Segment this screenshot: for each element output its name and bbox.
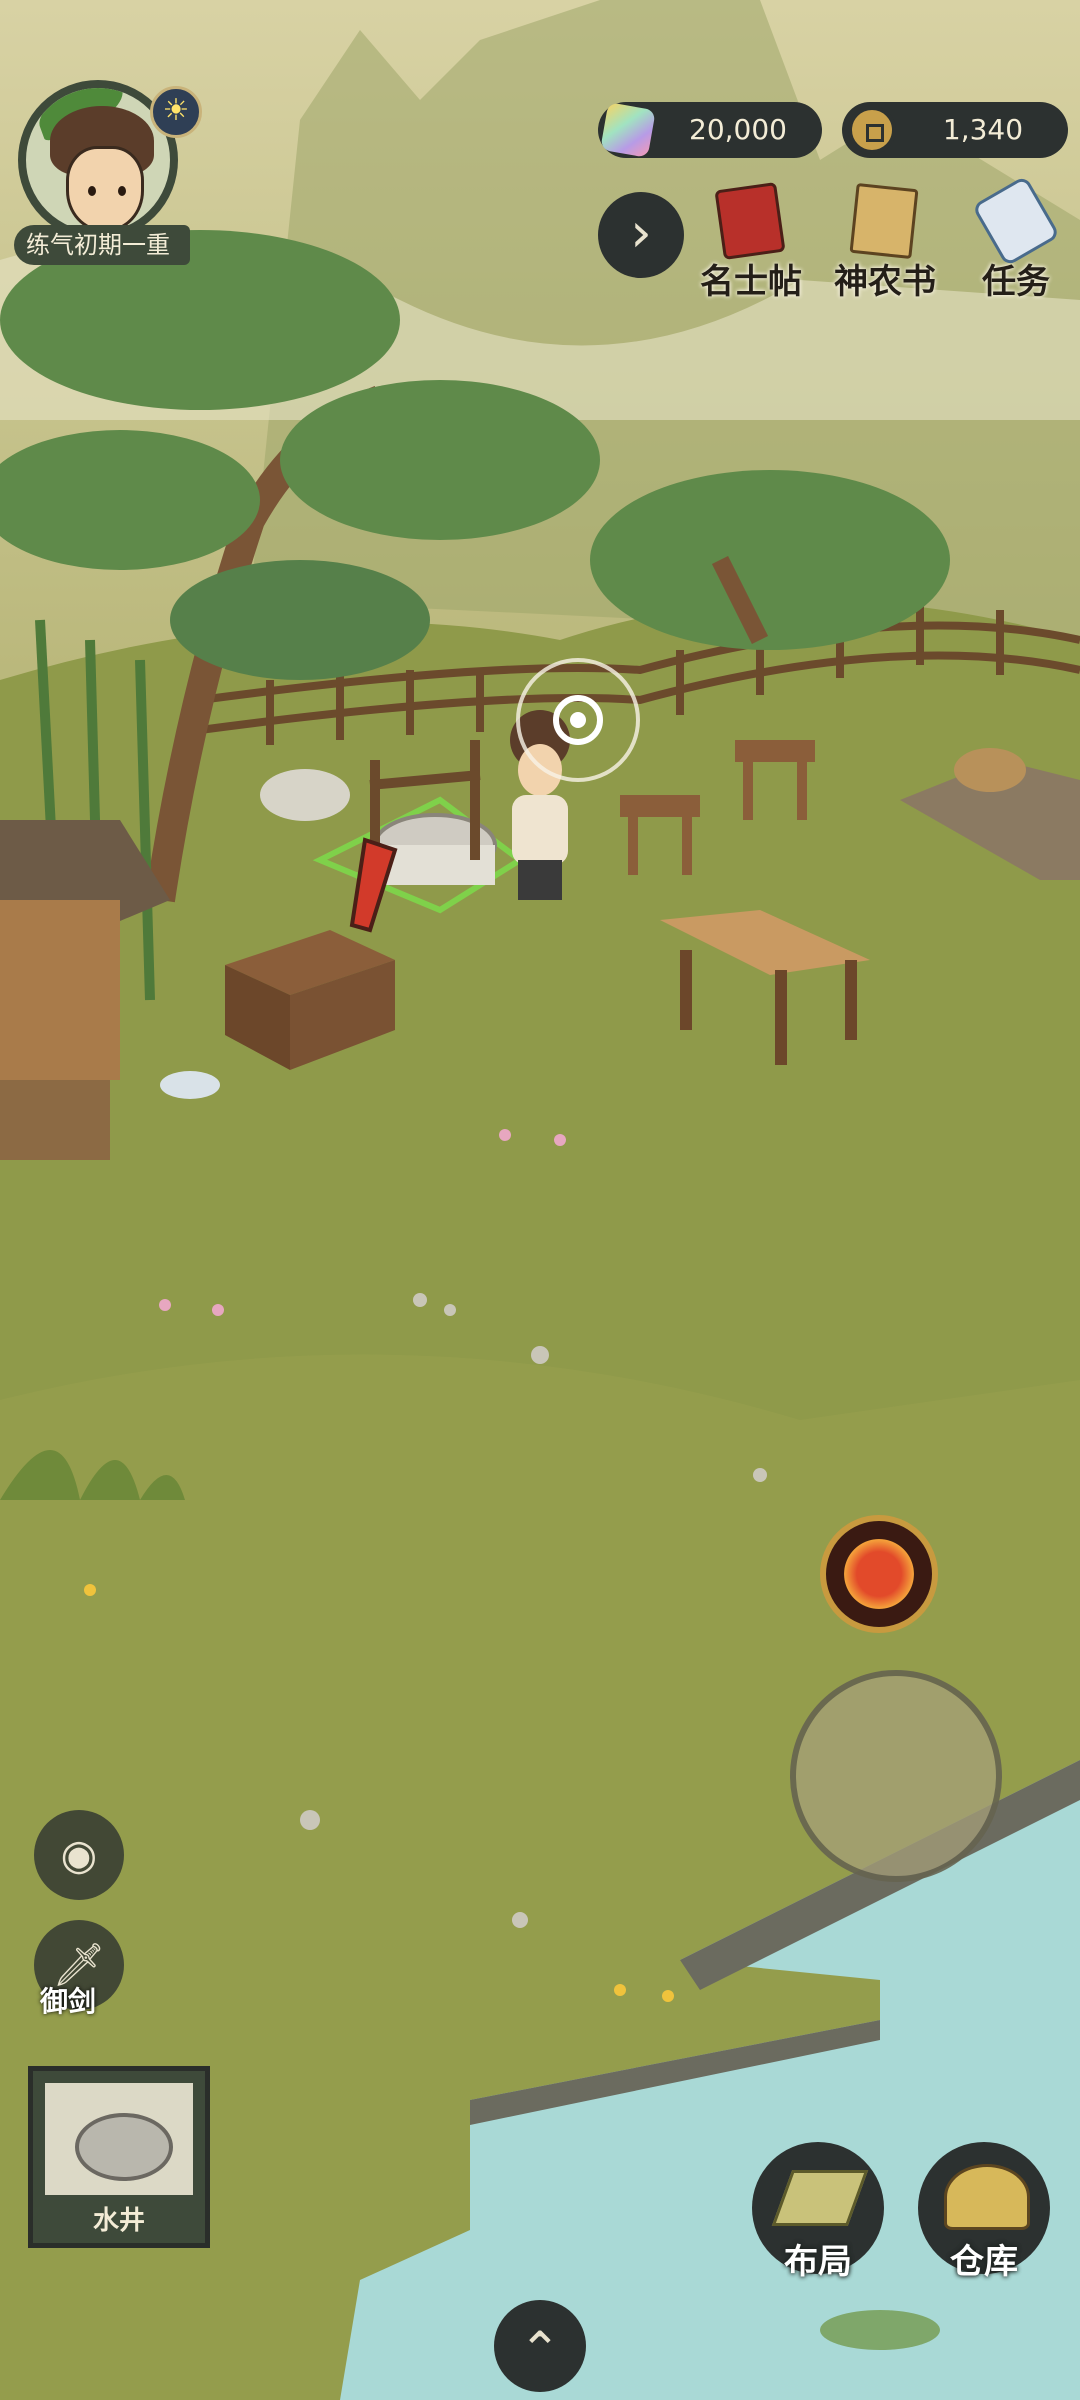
- layout-label: 布局: [784, 2242, 852, 2282]
- chevron-up-icon: ⌃: [519, 2321, 561, 2379]
- selected-building-card[interactable]: 水井: [28, 2066, 210, 2248]
- hide-ui-button[interactable]: ◉: [34, 1810, 124, 1900]
- collapse-menu-button[interactable]: ⌃: [494, 2300, 586, 2392]
- book-icon: [849, 182, 919, 260]
- menu-shennong-book-label: 神农书: [834, 262, 936, 302]
- layout-button[interactable]: 布局: [752, 2142, 884, 2283]
- crystal-icon: [600, 102, 656, 158]
- fire-spirit-icon: [844, 1539, 914, 1609]
- copper-coin-icon: [848, 106, 896, 154]
- building-preview: [45, 2083, 193, 2195]
- rock: [260, 769, 350, 821]
- selected-building-label: 水井: [92, 2206, 145, 2236]
- eye-icon: ◉: [60, 1830, 98, 1879]
- player-avatar-panel[interactable]: ☀ 练气初期一重: [14, 80, 204, 270]
- scroll-icon: [971, 175, 1061, 267]
- crystal-value: 20,000: [689, 113, 787, 146]
- chevron-right-icon: ›: [630, 201, 652, 264]
- avatar-eye: [118, 186, 126, 196]
- menu-tasks[interactable]: 任务: [966, 175, 1066, 302]
- cultivation-rank: 练气初期一重: [14, 225, 190, 265]
- menu-invitations-label: 名士帖: [700, 262, 802, 302]
- layout-grid-icon: [771, 2170, 869, 2226]
- plant-pot: [160, 1071, 220, 1099]
- virtual-joystick[interactable]: [790, 1670, 1002, 1882]
- menu-shennong-book[interactable]: 神农书: [834, 182, 936, 302]
- pine-tree-right: [590, 470, 950, 650]
- coin-counter[interactable]: 1,340: [842, 102, 1068, 158]
- avatar-eye: [88, 186, 96, 196]
- warehouse-label: 仓库: [950, 2242, 1018, 2282]
- invitation-icon: [714, 182, 786, 260]
- warehouse-hut-icon: [944, 2164, 1030, 2230]
- expand-menu-button[interactable]: ›: [598, 192, 684, 278]
- sun-icon[interactable]: ☀: [150, 86, 202, 138]
- warehouse-button[interactable]: 仓库: [918, 2142, 1050, 2283]
- menu-invitations[interactable]: 名士帖: [700, 182, 802, 302]
- menu-tasks-label: 任务: [982, 262, 1050, 302]
- avatar-face: [66, 146, 144, 232]
- game-scene: [0, 0, 1080, 2400]
- coin-value: 1,340: [942, 113, 1024, 146]
- skill-button[interactable]: [820, 1515, 938, 1633]
- sword-flight-label: 御剑: [40, 1985, 97, 2018]
- crystal-counter[interactable]: 20,000: [598, 102, 822, 158]
- well-icon: [75, 2113, 173, 2181]
